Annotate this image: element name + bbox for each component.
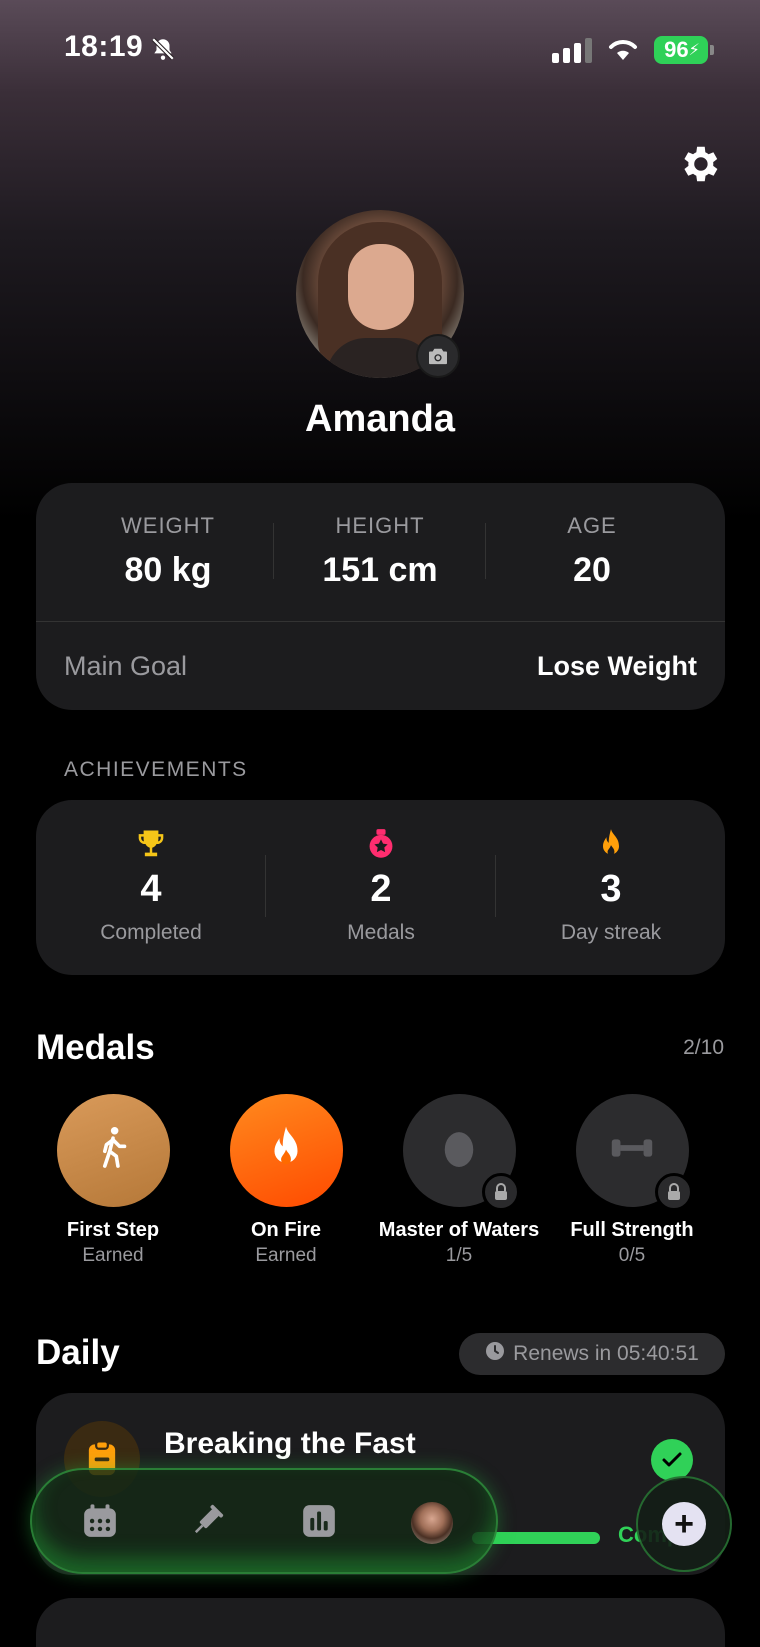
divider: [36, 621, 725, 622]
checkmark-icon: [651, 1439, 693, 1481]
completed-count: 4: [140, 868, 162, 910]
syringe-icon: [188, 1502, 226, 1545]
bell-muted-icon: [150, 36, 176, 67]
status-time: 18:19: [64, 30, 144, 63]
medal-badge: [229, 1094, 343, 1207]
trophy-icon: [36, 828, 266, 860]
medal-badge: [575, 1094, 693, 1211]
age-value: 20: [573, 551, 611, 589]
battery-indicator: 96 ⚡: [654, 36, 708, 64]
tab-profile[interactable]: [405, 1496, 459, 1550]
medal-master-of-waters[interactable]: Master of Waters 1/5: [374, 1094, 544, 1267]
main-goal-value[interactable]: Lose Weight: [537, 651, 697, 682]
water-drop-icon: [440, 1125, 478, 1176]
medal-on-fire[interactable]: On Fire Earned: [201, 1094, 371, 1267]
renews-text: Renews in 05:40:51: [513, 1342, 699, 1365]
medal-name: On Fire: [250, 1219, 321, 1241]
achievement-streak: 3 Day streak: [496, 828, 726, 945]
height-value: 151 cm: [322, 551, 438, 589]
medal-status: Earned: [82, 1245, 144, 1266]
battery-cap: [710, 45, 714, 55]
calendar-icon: [81, 1502, 119, 1545]
tab-stats[interactable]: [292, 1496, 346, 1550]
medal-status: Earned: [255, 1245, 317, 1266]
age-label: AGE: [567, 513, 617, 538]
medal-full-strength[interactable]: Full Strength 0/5: [547, 1094, 717, 1267]
daily-title: Daily: [36, 1333, 120, 1372]
streak-count: 3: [600, 868, 622, 910]
wifi-icon: [606, 36, 640, 67]
add-button[interactable]: +: [636, 1476, 732, 1572]
bar-chart-icon: [300, 1502, 338, 1545]
task-title: Breaking the Fast: [164, 1427, 416, 1460]
medals-title: Medals: [36, 1028, 155, 1067]
lock-icon: [654, 1173, 693, 1211]
medal-status: 0/5: [618, 1245, 646, 1266]
achievement-completed: 4 Completed: [36, 828, 266, 945]
lock-icon: [481, 1173, 520, 1211]
tab-injections[interactable]: [180, 1496, 234, 1550]
stats-card: WEIGHT 80 kg HEIGHT 151 cm AGE 20 Main G…: [36, 483, 725, 710]
dumbbell-icon: [610, 1135, 654, 1166]
completed-label: Completed: [100, 921, 202, 944]
medal-name: Full Strength: [570, 1219, 694, 1241]
cellular-signal-icon: [552, 38, 592, 63]
medals-progress: 2/10: [683, 1036, 724, 1059]
divider: [273, 523, 274, 579]
main-goal-label: Main Goal: [64, 651, 188, 681]
streak-label: Day streak: [560, 921, 662, 944]
camera-icon[interactable]: [416, 334, 460, 378]
flame-icon: [496, 828, 726, 860]
gear-icon[interactable]: [676, 141, 722, 192]
next-task-card[interactable]: [36, 1598, 725, 1647]
tab-bar: [30, 1468, 498, 1574]
medal-badge: [56, 1094, 170, 1207]
profile-avatar: [411, 1502, 453, 1544]
weight-label: WEIGHT: [121, 513, 215, 538]
weight-stat: WEIGHT 80 kg: [63, 513, 273, 590]
age-stat: AGE 20: [487, 513, 697, 590]
medal-icon: [266, 828, 496, 860]
renews-badge: Renews in 05:40:51: [459, 1333, 725, 1375]
height-stat: HEIGHT 151 cm: [275, 513, 485, 590]
achievements-card: 4 Completed 2 Medals 3 Day streak: [36, 800, 725, 975]
medal-status: 1/5: [445, 1245, 473, 1266]
walking-person-icon: [93, 1125, 133, 1176]
medal-name: First Step: [66, 1219, 160, 1241]
user-name: Amanda: [305, 398, 455, 440]
medals-count: 2: [370, 868, 392, 910]
clock-icon: [485, 1341, 505, 1367]
achievements-caption: ACHIEVEMENTS: [64, 758, 248, 781]
plus-icon: +: [662, 1502, 706, 1546]
height-label: HEIGHT: [335, 513, 425, 538]
medal-first-step[interactable]: First Step Earned: [28, 1094, 198, 1267]
weight-value: 80 kg: [124, 551, 212, 589]
divider: [485, 523, 486, 579]
medal-badge: [402, 1094, 520, 1211]
tab-calendar[interactable]: [73, 1496, 127, 1550]
medals-label: Medals: [347, 921, 415, 944]
achievement-medals: 2 Medals: [266, 828, 496, 945]
flame-icon: [266, 1125, 306, 1176]
medal-name: Master of Waters: [378, 1219, 540, 1241]
